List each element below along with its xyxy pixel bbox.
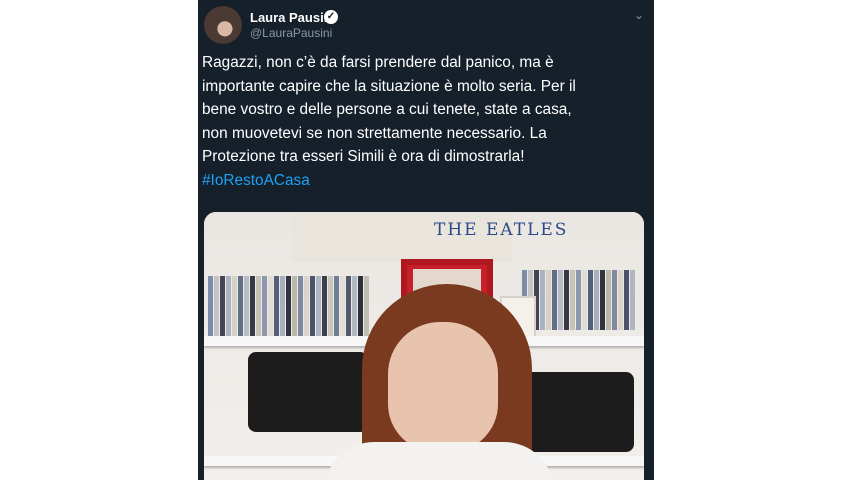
- tweet-body: Ragazzi, non c’è da farsi prendere dal p…: [202, 54, 576, 165]
- tweet-photo[interactable]: THE EATLES: [204, 212, 644, 480]
- photo-camera-rig: [248, 352, 368, 432]
- photo-cd-row-right: [522, 270, 642, 330]
- avatar[interactable]: [204, 6, 242, 44]
- photo-cd-row-left: [208, 276, 376, 336]
- poster-text: THE EATLES: [434, 220, 569, 240]
- tweet-card: Laura Pausini ✓ @LauraPausini ⌄ Ragazzi,…: [198, 0, 654, 480]
- hashtag-link[interactable]: #IoRestoACasa: [202, 172, 310, 189]
- photo-person-shirt: [324, 442, 554, 480]
- verified-badge-icon: ✓: [324, 10, 338, 24]
- photo-camera-lenses: [514, 372, 634, 452]
- tweet-text: Ragazzi, non c’è da farsi prendere dal p…: [202, 51, 648, 192]
- display-name[interactable]: Laura Pausini: [250, 10, 335, 25]
- user-handle[interactable]: @LauraPausini: [250, 26, 332, 40]
- chevron-down-icon[interactable]: ⌄: [634, 8, 644, 22]
- photo-person-face: [388, 322, 498, 452]
